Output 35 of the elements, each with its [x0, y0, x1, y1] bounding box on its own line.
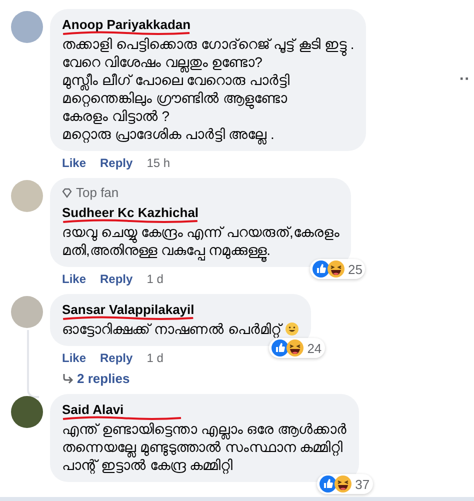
- reaction-count[interactable]: 37: [317, 474, 373, 494]
- action-link[interactable]: Reply: [100, 272, 133, 286]
- comment-text: എന്ത് ഉണ്ടായിട്ടെന്താ എല്ലാം ഒരേ ആൾക്കാർ തന്നെയല്ലേ മുണ്ടുടുത്താൽ സംസ്ഥാന കമ്മിറ്റി പാന്റ് ഇട്ടാൽ കേന്ദ്ര കമ്മിറ്റി: [62, 420, 347, 474]
- laughing-emoji-icon: [334, 475, 352, 493]
- avatar-photo: [11, 11, 43, 43]
- comment-text: ഓട്ടോറിക്ഷക്ക് നാഷണൽ പെർമിറ്റ്: [62, 320, 299, 338]
- smile-emoji-icon: [284, 322, 299, 336]
- reaction-count[interactable]: 24: [269, 338, 325, 358]
- avatar-photo: [11, 396, 43, 428]
- laughing-emoji-icon: [326, 260, 345, 278]
- more-options-button[interactable]: ··: [459, 71, 470, 89]
- author-name-link[interactable]: Said Alavi: [62, 402, 124, 417]
- comment-text: തക്കാളി പെട്ടിക്കൊരു ഗോദ്‌റെജ് പൂട്ട് കൂടി ഇട്ടു . വേറെ വിശേഷം വല്ലതും ഉണ്ടോ? മുസ്ലീം ലീഗ് പോലെ വേറൊരു പാർട്ടി മറ്റെന്തെങ്കിലും ഗ്രൗണ്ടിൽ ആളുണ്ടോ കേരളം വിട്ടാൽ ? മറ്റൊരു പ്രാദേശിക പാർട്ടി അല്ലേ .: [62, 35, 354, 143]
- action-link[interactable]: Like: [62, 272, 86, 286]
- action-link[interactable]: Like: [62, 156, 86, 170]
- laughing-emoji-icon: [286, 339, 304, 357]
- timestamp: 1 d: [146, 351, 164, 365]
- action-link[interactable]: Reply: [100, 351, 133, 365]
- like-icon: [271, 339, 290, 357]
- avatar-photo: [11, 180, 43, 212]
- avatar-photo: [11, 296, 43, 328]
- action-link[interactable]: Reply: [100, 156, 133, 170]
- action-link[interactable]: Like: [62, 351, 86, 365]
- author-name-link[interactable]: Sudheer Kc Kazhichal: [62, 205, 199, 220]
- view-replies-link[interactable]: 2 replies: [50, 365, 130, 386]
- timestamp: 1 d: [146, 272, 164, 286]
- like-icon: [319, 475, 338, 493]
- author-name-link[interactable]: Sansar Valappilakayil: [62, 302, 194, 317]
- like-icon: [312, 260, 330, 278]
- badge-label: Top fan: [76, 185, 119, 200]
- reply-arrow-icon: [62, 374, 74, 384]
- author-name-link[interactable]: Anoop Pariyakkadan: [62, 17, 191, 32]
- diamond-icon: [62, 188, 72, 198]
- reaction-count[interactable]: 25: [310, 259, 366, 279]
- timestamp: 15 h: [146, 156, 170, 170]
